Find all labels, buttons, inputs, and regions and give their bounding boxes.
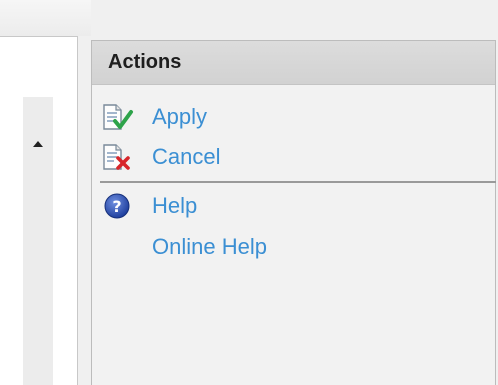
online-help-label[interactable]: Online Help [152,234,267,260]
actions-header: Actions [92,41,495,85]
help-label[interactable]: Help [152,193,197,219]
actions-title: Actions [108,51,182,73]
scroll-up-arrow-icon[interactable] [27,134,49,154]
cancel-action[interactable]: Cancel [102,143,220,171]
apply-icon [102,103,136,131]
cancel-label[interactable]: Cancel [152,144,220,170]
actions-pane: Actions Apply Cancel ? Help Online Help [91,40,496,385]
left-top-strip [0,0,91,36]
online-help-icon-placeholder [102,233,136,261]
iis-manager-window: Actions Apply Cancel ? Help Online Help [0,0,498,385]
apply-action[interactable]: Apply [102,103,207,131]
online-help-action[interactable]: Online Help [102,233,267,261]
help-icon: ? [102,192,136,220]
svg-text:?: ? [112,197,121,216]
apply-label[interactable]: Apply [152,104,207,130]
help-action[interactable]: ? Help [102,192,197,220]
actions-separator [100,181,496,183]
cancel-icon [102,143,136,171]
